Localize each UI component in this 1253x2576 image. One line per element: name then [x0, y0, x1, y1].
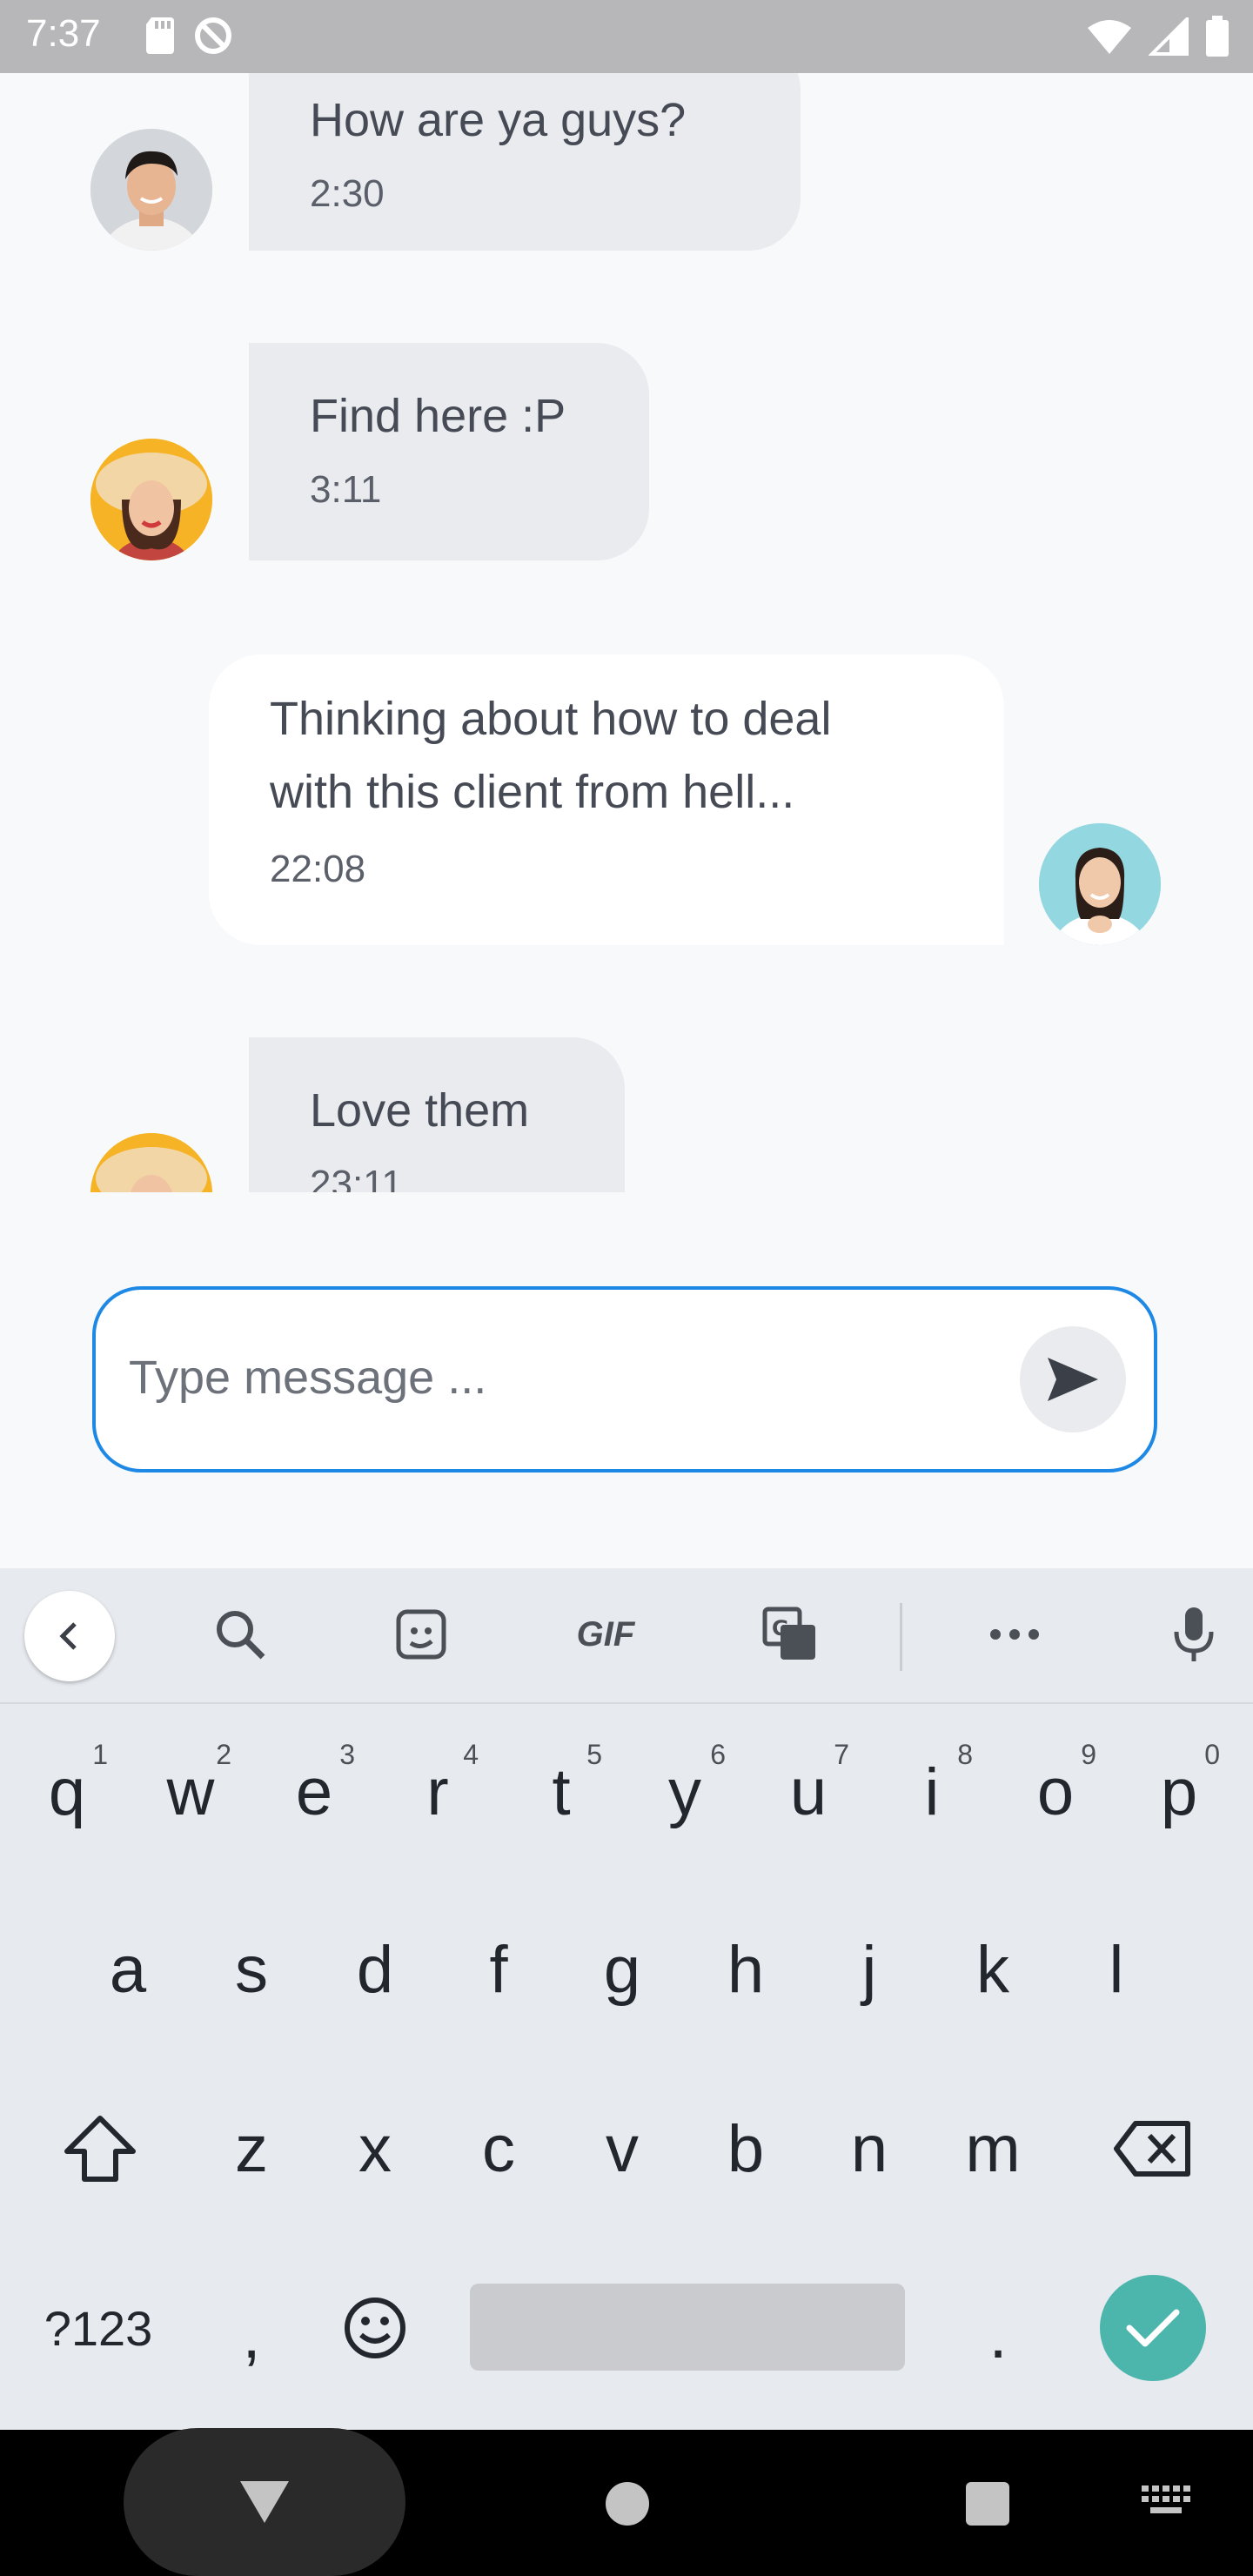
- message-time: 23:11: [310, 1163, 403, 1192]
- message-text: Find here :P: [310, 390, 566, 442]
- key-b[interactable]: b: [689, 2075, 802, 2223]
- keyboard-more-button[interactable]: [980, 1600, 1049, 1669]
- key-x[interactable]: x: [318, 2075, 432, 2223]
- comma-key[interactable]: ,: [195, 2261, 308, 2409]
- keyboard-icon: [1142, 2485, 1190, 2513]
- message-input[interactable]: [127, 1333, 1001, 1422]
- key-u[interactable]: u7: [752, 1718, 865, 1866]
- key-v[interactable]: v: [566, 2075, 679, 2223]
- key-e[interactable]: e3: [258, 1718, 371, 1866]
- wifi-icon: [1088, 20, 1131, 54]
- battery-icon: [1206, 16, 1229, 57]
- emoji-icon: [345, 2298, 405, 2358]
- key-n[interactable]: n: [813, 2075, 926, 2223]
- key-h[interactable]: h: [689, 1895, 802, 2043]
- message-time: 2:30: [310, 172, 385, 215]
- key-w[interactable]: w2: [134, 1718, 247, 1866]
- message-bubble[interactable]: Love them 23:11: [249, 1037, 625, 1192]
- key-q[interactable]: q1: [10, 1718, 124, 1866]
- key-i[interactable]: i8: [875, 1718, 988, 1866]
- mic-icon: [1174, 1607, 1214, 1661]
- key-z[interactable]: z: [195, 2075, 308, 2223]
- chat-list[interactable]: How are ya guys? 2:30 Find here :P 3:11 …: [0, 73, 1253, 1192]
- chevron-left-icon: [59, 1622, 77, 1650]
- backspace-key[interactable]: [1093, 2075, 1213, 2223]
- sticker-icon: [396, 1609, 446, 1660]
- check-icon: [1126, 2309, 1180, 2347]
- send-button[interactable]: [1020, 1326, 1126, 1432]
- key-k[interactable]: k: [936, 1895, 1049, 2043]
- key-j[interactable]: j: [813, 1895, 926, 2043]
- key-r[interactable]: r4: [381, 1718, 494, 1866]
- keyboard-mic-button[interactable]: [1159, 1600, 1229, 1669]
- key-a[interactable]: a: [71, 1895, 184, 2043]
- key-c[interactable]: c: [442, 2075, 555, 2223]
- nav-keyboard-switch-button[interactable]: [1140, 2484, 1194, 2519]
- key-l[interactable]: l: [1060, 1895, 1173, 2043]
- space-key[interactable]: [470, 2284, 905, 2371]
- woman-avatar[interactable]: [1039, 823, 1161, 945]
- keyboard-translate-button[interactable]: G: [755, 1600, 825, 1669]
- nav-home-button[interactable]: [606, 2482, 649, 2526]
- key-y[interactable]: y6: [628, 1718, 741, 1866]
- man-avatar[interactable]: [90, 129, 212, 251]
- woman-hat-avatar[interactable]: [90, 439, 212, 560]
- soft-keyboard: GIF G q1 w2 e3 r4 t5 y6 u7 i8 o9 p0 a s …: [0, 1568, 1253, 2430]
- shift-icon: [64, 2116, 136, 2182]
- message-bubble[interactable]: Thinking about how to deal with this cli…: [209, 654, 1004, 945]
- keyboard-collapse-button[interactable]: [24, 1591, 115, 1681]
- keyboard-toolbar: GIF G: [0, 1568, 1253, 1704]
- key-s[interactable]: s: [195, 1895, 308, 2043]
- keyboard-sticker-button[interactable]: [386, 1600, 456, 1669]
- message-text: How are ya guys?: [310, 94, 687, 146]
- message-text: Thinking about how to deal with this cli…: [270, 693, 832, 818]
- woman-hat-avatar[interactable]: [90, 1133, 212, 1192]
- send-icon: [1048, 1358, 1098, 1401]
- do-not-disturb-icon: [195, 17, 231, 54]
- key-t[interactable]: t5: [505, 1718, 618, 1866]
- key-d[interactable]: d: [318, 1895, 432, 2043]
- nav-recents-button[interactable]: [966, 2482, 1009, 2526]
- toolbar-divider: [900, 1603, 902, 1671]
- message-text: Love them: [310, 1084, 530, 1137]
- message-time: 22:08: [270, 848, 366, 890]
- period-key[interactable]: .: [941, 2261, 1055, 2409]
- key-m[interactable]: m: [936, 2075, 1049, 2223]
- key-g[interactable]: g: [566, 1895, 679, 2043]
- more-icon: [990, 1629, 1039, 1640]
- message-bubble[interactable]: Find here :P 3:11: [249, 343, 649, 560]
- back-triangle-icon: [240, 2481, 289, 2523]
- message-time: 3:11: [310, 468, 382, 511]
- message-composer: [92, 1286, 1157, 1472]
- keyboard-search-button[interactable]: [205, 1600, 275, 1669]
- shift-key[interactable]: [42, 2075, 158, 2223]
- backspace-icon: [1114, 2121, 1190, 2177]
- key-f[interactable]: f: [442, 1895, 555, 2043]
- emoji-key[interactable]: [318, 2254, 432, 2402]
- status-bar: 7:37: [0, 0, 1253, 73]
- gif-icon: GIF: [576, 1614, 635, 1654]
- keyboard-gif-button[interactable]: GIF: [564, 1600, 647, 1669]
- search-icon: [217, 1611, 265, 1660]
- key-p[interactable]: p0: [1122, 1718, 1236, 1866]
- svg-text:G: G: [772, 1616, 789, 1640]
- sd-card-icon: [146, 17, 174, 54]
- status-time: 7:37: [26, 12, 101, 55]
- nav-back-button[interactable]: [124, 2428, 405, 2576]
- symbols-key[interactable]: ?123: [23, 2254, 174, 2402]
- translate-icon: G: [762, 1607, 815, 1660]
- key-o[interactable]: o9: [999, 1718, 1112, 1866]
- message-bubble[interactable]: How are ya guys? 2:30: [249, 73, 801, 251]
- signal-icon: [1149, 17, 1189, 56]
- enter-key[interactable]: [1100, 2275, 1206, 2381]
